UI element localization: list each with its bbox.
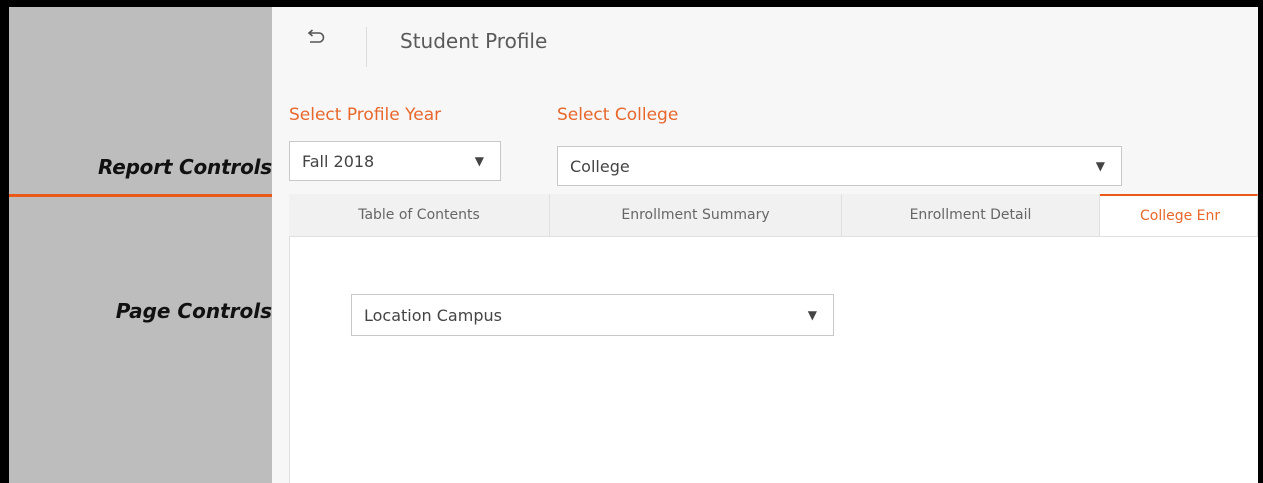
sidebar-accent-divider	[9, 194, 272, 197]
profile-year-select[interactable]: Fall 2018 ▼	[289, 141, 501, 181]
college-select[interactable]: College ▼	[557, 146, 1122, 186]
tab-enrollment-detail[interactable]: Enrollment Detail	[842, 194, 1100, 236]
chevron-down-icon: ▼	[1095, 159, 1105, 173]
tab-enrollment-summary[interactable]: Enrollment Summary	[550, 194, 842, 236]
college-value: College	[570, 156, 630, 176]
report-controls-label: Report Controls	[98, 155, 272, 179]
tab-bar: Table of Contents Enrollment Summary Enr…	[289, 194, 1258, 237]
chevron-down-icon: ▼	[807, 308, 817, 322]
page-title: Student Profile	[400, 29, 548, 53]
main-content: Student Profile Select Profile Year Fall…	[272, 7, 1258, 483]
top-bar: Student Profile	[272, 7, 1258, 75]
profile-year-label: Select Profile Year	[289, 105, 442, 125]
back-arrow-icon[interactable]	[304, 27, 326, 49]
tab-table-of-contents[interactable]: Table of Contents	[289, 194, 550, 236]
app-frame: Report Controls Page Controls Student Pr…	[0, 0, 1263, 483]
chevron-down-icon: ▼	[474, 154, 484, 168]
location-campus-select[interactable]: Location Campus ▼	[351, 294, 834, 336]
tab-college-enrollment[interactable]: College Enr	[1100, 194, 1258, 236]
topbar-divider	[366, 27, 367, 67]
location-campus-value: Location Campus	[364, 305, 502, 325]
profile-year-value: Fall 2018	[302, 151, 375, 171]
controls-sidebar: Report Controls Page Controls	[9, 7, 272, 483]
page-controls-label: Page Controls	[115, 299, 272, 323]
tab-panel: Location Campus ▼	[289, 237, 1258, 483]
college-label: Select College	[557, 105, 679, 125]
